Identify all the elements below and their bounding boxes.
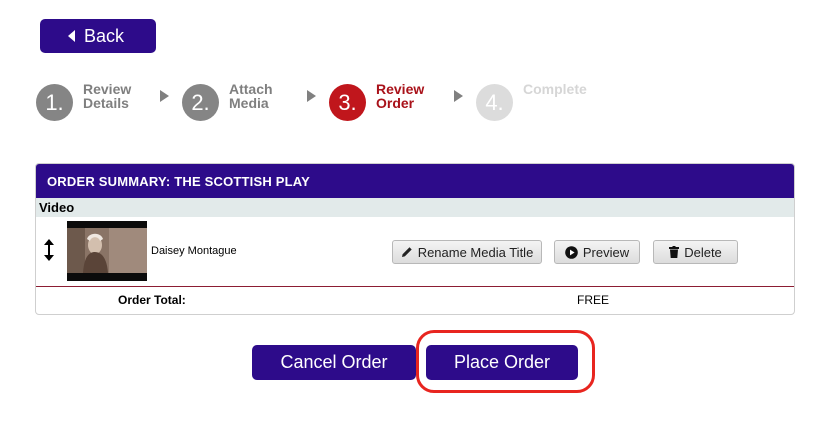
delete-button[interactable]: Delete xyxy=(653,240,738,264)
step-number: 3. xyxy=(329,84,366,121)
step-label-line1: Review xyxy=(376,81,425,97)
step-arrow-icon xyxy=(160,90,169,102)
order-summary-panel: ORDER SUMMARY: THE SCOTTISH PLAY Video D… xyxy=(35,163,795,315)
step-review-details: 1. Review Details xyxy=(36,82,143,121)
order-total-value: FREE xyxy=(577,293,610,307)
step-label: Complete xyxy=(523,82,603,96)
pencil-icon xyxy=(401,247,412,257)
step-label: Review Order xyxy=(376,82,436,110)
delete-label: Delete xyxy=(684,244,722,260)
step-label-line2: Details xyxy=(83,95,129,111)
play-circle-icon xyxy=(565,245,578,259)
step-label: Review Details xyxy=(83,82,143,110)
progress-steps: 1. Review Details 2. Attach Media 3. Rev… xyxy=(36,82,616,122)
step-number: 2. xyxy=(182,84,219,121)
step-review-order: 3. Review Order xyxy=(329,82,436,121)
step-arrow-icon xyxy=(454,90,463,102)
section-label-video: Video xyxy=(36,198,794,217)
step-arrow-icon xyxy=(307,90,316,102)
order-total-label: Order Total: xyxy=(118,293,186,307)
step-number: 1. xyxy=(36,84,73,121)
step-attach-media: 2. Attach Media xyxy=(182,82,289,121)
place-order-highlight xyxy=(416,330,595,393)
step-number: 4. xyxy=(476,84,513,121)
order-summary-title: ORDER SUMMARY: THE SCOTTISH PLAY xyxy=(36,164,794,198)
trash-icon xyxy=(669,246,680,258)
step-label-line1: Complete xyxy=(523,81,587,97)
video-thumbnail[interactable] xyxy=(67,221,147,281)
step-label-line1: Attach xyxy=(229,81,273,97)
media-row: Daisey Montague Rename Media Title Previ… xyxy=(36,217,794,287)
back-button[interactable]: Back xyxy=(40,19,156,53)
media-title: Daisey Montague xyxy=(151,245,237,257)
preview-label: Preview xyxy=(582,244,630,260)
step-label-line2: Order xyxy=(376,95,415,111)
reorder-arrows-icon[interactable] xyxy=(44,239,54,261)
rename-label: Rename Media Title xyxy=(417,244,534,260)
caret-left-icon xyxy=(67,30,75,42)
step-complete: 4. Complete xyxy=(476,82,603,121)
step-label-line1: Review xyxy=(83,81,132,97)
step-label: Attach Media xyxy=(229,82,289,110)
rename-media-title-button[interactable]: Rename Media Title xyxy=(392,240,542,264)
back-label: Back xyxy=(83,25,125,46)
order-total-row: Order Total: FREE xyxy=(36,287,794,313)
step-label-line2: Media xyxy=(229,95,269,111)
preview-button[interactable]: Preview xyxy=(554,240,640,264)
cancel-order-button[interactable]: Cancel Order xyxy=(252,345,416,380)
